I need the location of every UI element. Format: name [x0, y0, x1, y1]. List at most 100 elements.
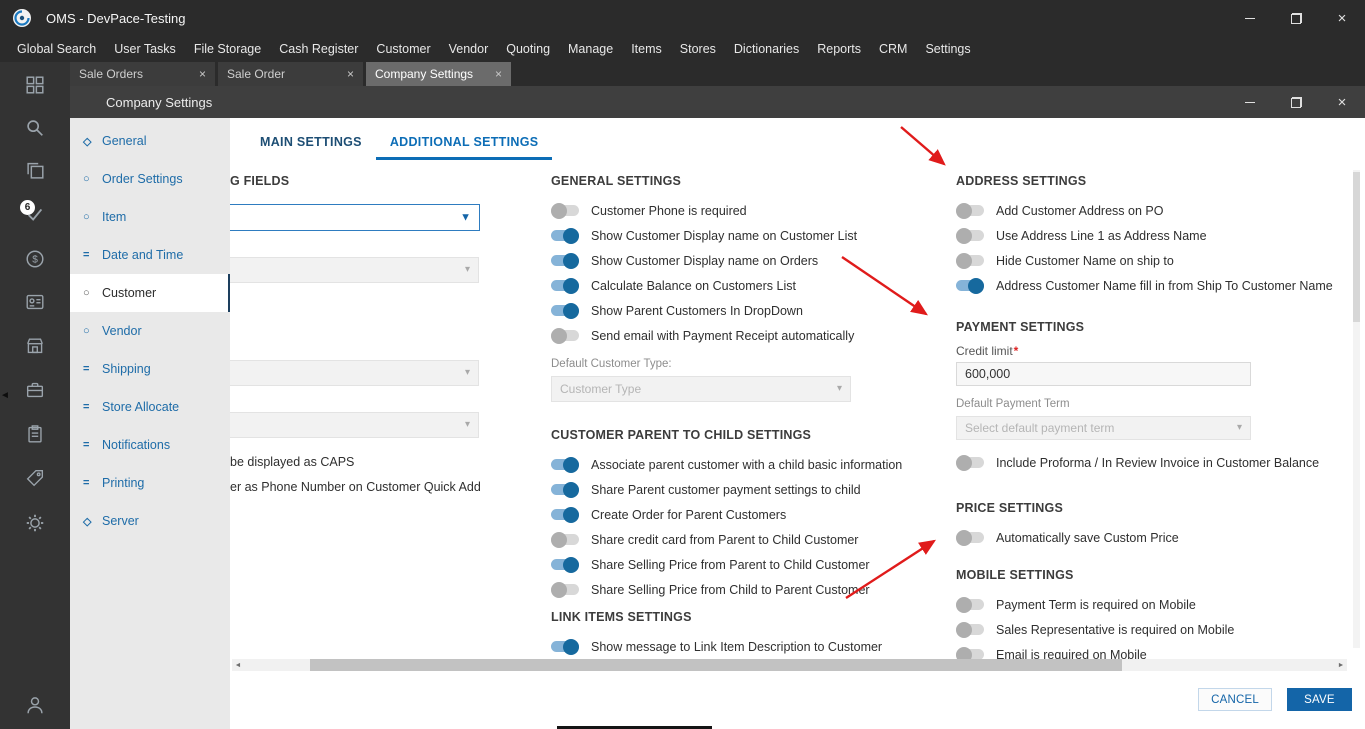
dashboard-icon[interactable]	[0, 68, 70, 102]
search-icon[interactable]	[0, 111, 70, 145]
toggle-switch[interactable]	[956, 202, 984, 219]
toggle-switch[interactable]	[551, 277, 579, 294]
toggle-switch[interactable]	[551, 531, 579, 548]
store-icon[interactable]	[0, 329, 70, 363]
close-button[interactable]: ×	[1319, 0, 1365, 36]
chevron-down-icon: ▾	[464, 367, 470, 378]
toggle-switch[interactable]	[551, 202, 579, 219]
menu-item[interactable]: Dictionaries	[725, 42, 808, 56]
tab-close-icon[interactable]: ×	[199, 67, 206, 81]
menu-item[interactable]: User Tasks	[105, 42, 185, 56]
credit-limit-input[interactable]	[956, 362, 1251, 386]
scroll-left-icon[interactable]: ◄	[232, 659, 244, 671]
toggle-label: Create Order for Parent Customers	[591, 507, 787, 522]
settings-nav-item[interactable]: ◇ General	[70, 122, 230, 160]
setting-toggle-row: Show message to Link Item Description to…	[551, 634, 951, 659]
menu-item[interactable]: Global Search	[8, 42, 105, 56]
menu-item[interactable]: Items	[622, 42, 671, 56]
settings-nav-item[interactable]: = Date and Time	[70, 236, 230, 274]
app-logo-icon	[13, 9, 31, 27]
settings-nav-item[interactable]: = Printing	[70, 464, 230, 502]
tab-close-icon[interactable]: ×	[347, 67, 354, 81]
setting-toggle-row: Use Address Line 1 as Address Name	[956, 223, 1358, 248]
toggle-switch[interactable]	[956, 529, 984, 546]
folders-icon[interactable]	[0, 154, 70, 188]
toggle-label: Share credit card from Parent to Child C…	[591, 532, 859, 547]
menu-item[interactable]: Vendor	[440, 42, 498, 56]
menu-item[interactable]: Stores	[671, 42, 725, 56]
toggle-knob	[563, 481, 579, 498]
briefcase-icon[interactable]	[0, 373, 70, 407]
toggle-switch[interactable]	[551, 581, 579, 598]
menu-item[interactable]: Settings	[916, 42, 979, 56]
toggle-switch[interactable]	[956, 227, 984, 244]
sidebar-expander-arrow[interactable]: ◄	[0, 388, 10, 404]
nav-item-icon: =	[83, 249, 90, 261]
settings-tab[interactable]: MAIN SETTINGS	[246, 125, 376, 160]
settings-nav-item[interactable]: = Store Allocate	[70, 388, 230, 426]
menu-item[interactable]: CRM	[870, 42, 916, 56]
toggle-label: Address Customer Name fill in from Ship …	[996, 278, 1333, 293]
menu-item[interactable]: Manage	[559, 42, 622, 56]
vertical-scrollbar-thumb[interactable]	[1353, 172, 1360, 322]
document-tab[interactable]: Sale Orders ×	[70, 62, 215, 86]
section-title: LINK ITEMS SETTINGS	[551, 610, 692, 624]
document-tab[interactable]: Company Settings ×	[366, 62, 511, 86]
settings-tab[interactable]: ADDITIONAL SETTINGS	[375, 125, 553, 160]
settings-nav-item[interactable]: ○ Customer	[70, 274, 230, 312]
phone-setting-label-fragment: er as Phone Number on Customer Quick Add	[230, 480, 481, 494]
setting-toggle-row: Share credit card from Parent to Child C…	[551, 527, 951, 552]
toggle-switch[interactable]	[956, 277, 984, 294]
toggle-switch[interactable]	[551, 506, 579, 523]
settings-nav-item[interactable]: = Notifications	[70, 426, 230, 464]
horizontal-scrollbar-thumb[interactable]	[310, 659, 1122, 671]
save-button[interactable]: SAVE	[1287, 688, 1352, 711]
document-tabstrip: Sale Orders × Sale Order × Company Setti…	[70, 62, 1365, 86]
toggle-switch[interactable]	[956, 621, 984, 638]
gear-icon[interactable]	[0, 506, 70, 540]
toggle-switch[interactable]	[551, 638, 579, 655]
setting-toggle-row: Send email with Payment Receipt automati…	[551, 323, 951, 348]
menu-item[interactable]: Cash Register	[270, 42, 367, 56]
minimize-button[interactable]	[1227, 0, 1273, 36]
toggle-knob	[563, 506, 579, 523]
menu-item[interactable]: File Storage	[185, 42, 270, 56]
naming-field-combobox[interactable]: ▼	[230, 204, 480, 231]
setting-toggle-row: Create Order for Parent Customers	[551, 502, 951, 527]
inner-minimize-button[interactable]	[1227, 86, 1273, 118]
clipboard-icon[interactable]	[0, 417, 70, 451]
toggle-switch[interactable]	[551, 252, 579, 269]
tasks-check-icon[interactable]	[0, 197, 70, 231]
document-tab[interactable]: Sale Order ×	[218, 62, 363, 86]
restore-button[interactable]	[1273, 0, 1319, 36]
settings-nav-item[interactable]: ◇ Server	[70, 502, 230, 540]
scroll-right-icon[interactable]: ►	[1335, 659, 1347, 671]
toggle-switch[interactable]	[551, 227, 579, 244]
vertical-scrollbar[interactable]	[1353, 170, 1360, 648]
toggle-switch[interactable]	[956, 454, 984, 471]
settings-nav-item[interactable]: ○ Item	[70, 198, 230, 236]
toggle-switch[interactable]	[551, 327, 579, 344]
toggle-switch[interactable]	[551, 481, 579, 498]
tag-icon[interactable]	[0, 461, 70, 495]
toggle-label: Share Selling Price from Parent to Child…	[591, 557, 870, 572]
settings-nav-item[interactable]: = Shipping	[70, 350, 230, 388]
menu-item[interactable]: Customer	[367, 42, 439, 56]
horizontal-scrollbar[interactable]: ◄ ►	[232, 659, 1347, 671]
menu-item[interactable]: Quoting	[497, 42, 559, 56]
menu-item[interactable]: Reports	[808, 42, 870, 56]
toggle-switch[interactable]	[551, 456, 579, 473]
user-icon[interactable]	[0, 688, 70, 722]
inner-close-button[interactable]: ×	[1319, 86, 1365, 118]
toggle-switch[interactable]	[956, 596, 984, 613]
tab-close-icon[interactable]: ×	[495, 67, 502, 81]
inner-restore-button[interactable]	[1273, 86, 1319, 118]
settings-nav-item[interactable]: ○ Order Settings	[70, 160, 230, 198]
currency-icon[interactable]: $	[0, 242, 70, 276]
toggle-switch[interactable]	[551, 556, 579, 573]
settings-nav-item[interactable]: ○ Vendor	[70, 312, 230, 350]
toggle-switch[interactable]	[956, 252, 984, 269]
contacts-card-icon[interactable]	[0, 285, 70, 319]
cancel-button[interactable]: CANCEL	[1198, 688, 1272, 711]
toggle-switch[interactable]	[551, 302, 579, 319]
